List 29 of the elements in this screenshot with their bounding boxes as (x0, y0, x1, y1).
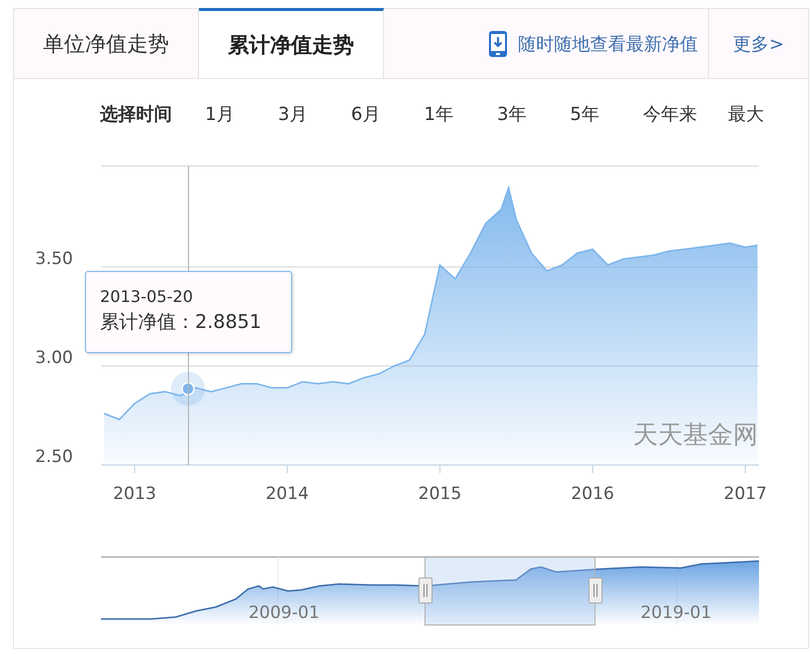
x-axis-label: 2015 (418, 484, 462, 504)
more-link[interactable]: 更多> (708, 9, 808, 78)
range-option[interactable]: 3月 (278, 102, 351, 126)
x-axis-label: 2013 (112, 484, 156, 504)
phone-download-icon (488, 30, 508, 58)
x-axis-label: 2016 (570, 484, 614, 504)
tooltip-text: 累计净值：2.8851 (100, 310, 262, 335)
range-option[interactable]: 今年来 (643, 102, 728, 126)
range-option[interactable]: 6月 (351, 102, 424, 126)
chart-watermark: 天天基金网 (633, 420, 758, 449)
app-link[interactable]: 随时随地查看最新净值 (488, 9, 708, 78)
x-axis-label: 2014 (266, 484, 309, 504)
tooltip-text: 2013-05-20 (100, 286, 193, 308)
x-axis-label: 2017 (724, 484, 767, 504)
range-handle[interactable] (418, 578, 432, 604)
range-option[interactable]: 5年 (570, 102, 643, 126)
y-axis-label: 3.50 (35, 248, 73, 269)
y-axis-label: 3.00 (35, 348, 73, 368)
chart-tab[interactable]: 累计净值走势 (199, 8, 384, 78)
range-option[interactable]: 3年 (497, 102, 570, 126)
navigator-date-label: 2019-01 (640, 603, 712, 623)
range-label: 选择时间 (100, 103, 173, 126)
y-axis-label: 2.50 (35, 447, 73, 467)
range-handle[interactable] (588, 578, 602, 604)
navigator-date-label: 2009-01 (248, 603, 320, 623)
range-option[interactable]: 1年 (424, 102, 497, 126)
range-option[interactable]: 1月 (205, 102, 278, 126)
hover-crosshair-drawing (171, 372, 206, 406)
range-option[interactable]: 最大 (728, 102, 801, 126)
